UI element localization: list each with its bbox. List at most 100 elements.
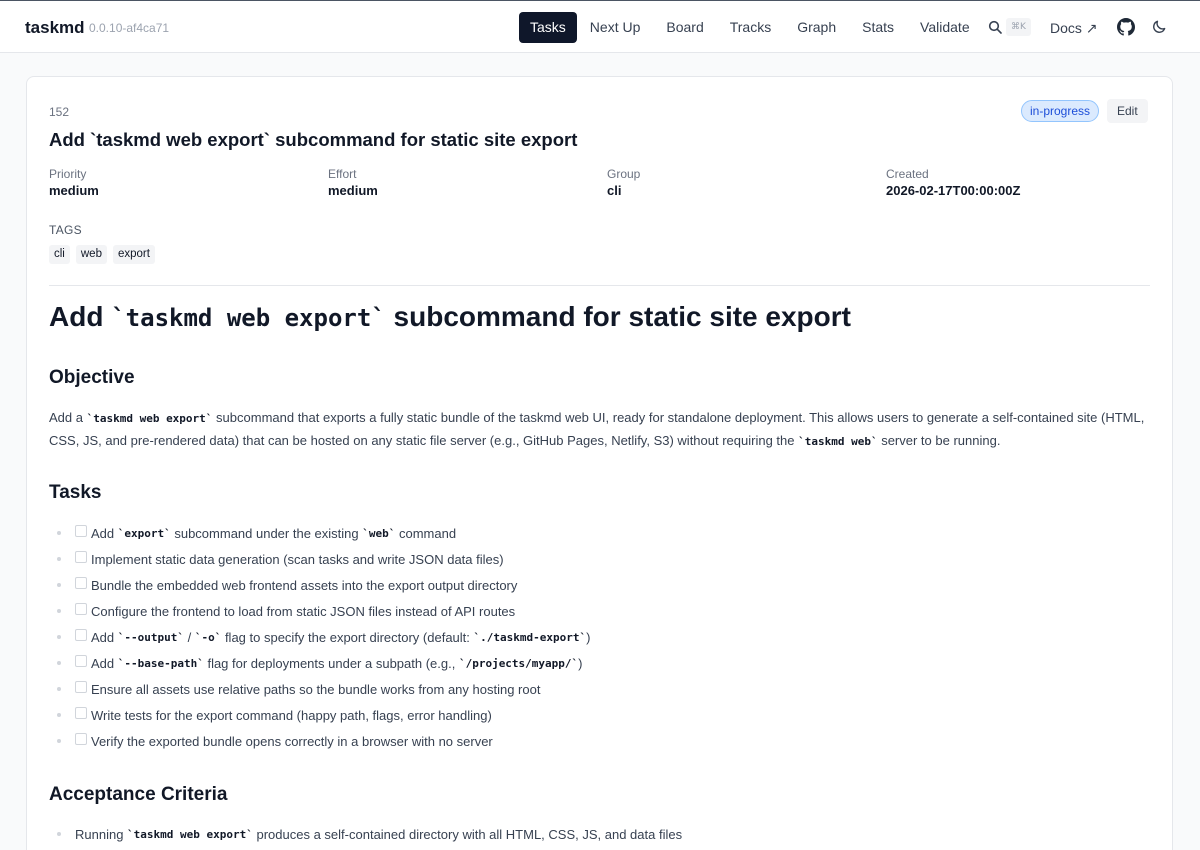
item-text: flag for deployments under a subpath (e.… [203, 655, 459, 671]
task-checklist-item: Configure the frontend to load from stat… [57, 598, 1137, 624]
task-checklist-item: Add `--output` / `-o` flag to specify th… [57, 624, 1137, 650]
tags-label: TAGS [49, 223, 82, 237]
inline-code: `taskmd web` [798, 435, 878, 448]
meta-value: medium [328, 183, 378, 198]
bullet-icon [57, 635, 61, 639]
moon-icon[interactable] [1152, 19, 1167, 34]
item-text: Bundle the embedded web frontend assets … [91, 577, 518, 593]
nav-graph[interactable]: Graph [784, 12, 849, 43]
meta-created: Created 2026-02-17T00:00:00Z [886, 167, 1020, 198]
tag-chip[interactable]: export [112, 245, 155, 264]
task-checklist: Add `export` subcommand under the existi… [57, 520, 1137, 754]
item-text: Write tests for the export command (happ… [91, 707, 492, 723]
task-checklist-item: Write tests for the export command (happ… [57, 702, 1137, 728]
nav-validate[interactable]: Validate [907, 12, 983, 43]
acceptance-list: Running `taskmd web export` produces a s… [57, 821, 682, 847]
tag-list: cli web export [49, 245, 155, 264]
objective-heading: Objective [49, 367, 135, 388]
acceptance-item: Running `taskmd web export` produces a s… [57, 821, 682, 847]
item-text: flag to specify the export directory (de… [221, 629, 474, 645]
main-nav: Tasks Next Up Board Tracks Graph Stats V… [519, 12, 983, 43]
text: Add a [49, 410, 87, 425]
inline-code: `taskmd web export` [127, 827, 253, 841]
objective-paragraph: Add a `taskmd web export` subcommand tha… [49, 407, 1149, 453]
brand-logo[interactable]: taskmd [25, 18, 85, 38]
task-checklist-item: Add `--base-path` flag for deployments u… [57, 650, 1137, 676]
meta-value: 2026-02-17T00:00:00Z [886, 183, 1021, 198]
heading-text: subcommand for static site export [385, 301, 851, 332]
text: server to be running. [877, 433, 1001, 448]
tag-chip[interactable]: web [75, 245, 107, 264]
tag-chip[interactable]: cli [49, 245, 70, 264]
item-text: Ensure all assets use relative paths so … [91, 681, 541, 697]
inline-code: `taskmd web export` [86, 412, 213, 425]
tasks-heading: Tasks [49, 482, 102, 503]
item-text: Implement static data generation (scan t… [91, 551, 504, 567]
bullet-icon [57, 557, 61, 561]
task-checkbox[interactable] [75, 655, 87, 667]
task-checkbox[interactable] [75, 733, 87, 745]
meta-priority: Priority medium [49, 167, 99, 198]
task-id: 152 [49, 105, 70, 119]
inline-code: `--output` [117, 630, 184, 644]
item-text: produces a self-contained directory with… [252, 826, 683, 842]
github-icon[interactable] [1117, 18, 1135, 36]
inline-code: `web` [362, 526, 396, 540]
task-checkbox[interactable] [75, 707, 87, 719]
bullet-icon [57, 661, 61, 665]
inline-code: `./taskmd-export` [473, 630, 587, 644]
task-checkbox[interactable] [75, 525, 87, 537]
meta-label: Group [607, 167, 641, 181]
bullet-icon [57, 609, 61, 613]
item-text: subcommand under the existing [170, 525, 363, 541]
nav-next-up[interactable]: Next Up [577, 12, 654, 43]
status-badge[interactable]: in-progress [1021, 100, 1100, 122]
search-shortcut-hint: ⌘K [1006, 18, 1031, 36]
nav-tasks[interactable]: Tasks [519, 12, 577, 43]
task-detail-card: 152 Add `taskmd web export` subcommand f… [26, 76, 1173, 850]
meta-effort: Effort medium [328, 167, 378, 198]
nav-tracks[interactable]: Tracks [717, 12, 784, 43]
task-checklist-item: Ensure all assets use relative paths so … [57, 676, 1137, 702]
task-checklist-item: Bundle the embedded web frontend assets … [57, 572, 1137, 598]
heading-text: Add [49, 301, 112, 332]
item-text: Add [91, 629, 118, 645]
search-icon[interactable] [988, 20, 1002, 34]
bullet-icon [57, 583, 61, 587]
inline-code: `--base-path` [117, 656, 204, 670]
meta-label: Priority [49, 167, 87, 181]
task-checklist-item: Verify the exported bundle opens correct… [57, 728, 1137, 754]
item-text: ) [586, 629, 591, 645]
meta-label: Effort [328, 167, 357, 181]
task-checkbox[interactable] [75, 603, 87, 615]
item-text: Running [75, 826, 128, 842]
bullet-icon [57, 739, 61, 743]
item-text: Add [91, 655, 118, 671]
bullet-icon [57, 713, 61, 717]
task-checkbox[interactable] [75, 577, 87, 589]
bullet-icon [57, 687, 61, 691]
edit-button[interactable]: Edit [1107, 99, 1148, 123]
meta-group: Group cli [607, 167, 640, 198]
top-navigation-bar: taskmd 0.0.10-af4ca71 Tasks Next Up Boar… [0, 0, 1200, 53]
task-checkbox[interactable] [75, 551, 87, 563]
meta-label: Created [886, 167, 929, 181]
inline-code: `export` [117, 526, 171, 540]
item-text: ) [578, 655, 583, 671]
meta-value: medium [49, 183, 99, 198]
item-text: Verify the exported bundle opens correct… [91, 733, 493, 749]
nav-board[interactable]: Board [653, 12, 716, 43]
nav-stats[interactable]: Stats [849, 12, 907, 43]
divider [49, 285, 1150, 286]
inline-code: `-o` [194, 630, 222, 644]
heading-code: `taskmd web export` [111, 304, 386, 332]
docs-link[interactable]: Docs ↗ [1050, 20, 1098, 37]
item-text: Add [91, 525, 118, 541]
task-checkbox[interactable] [75, 629, 87, 641]
item-text: / [183, 629, 195, 645]
task-checklist-item: Implement static data generation (scan t… [57, 546, 1137, 572]
bullet-icon [57, 832, 61, 836]
task-checkbox[interactable] [75, 681, 87, 693]
task-title: Add `taskmd web export` subcommand for s… [49, 129, 578, 150]
inline-code: `/projects/myapp/` [458, 656, 579, 670]
